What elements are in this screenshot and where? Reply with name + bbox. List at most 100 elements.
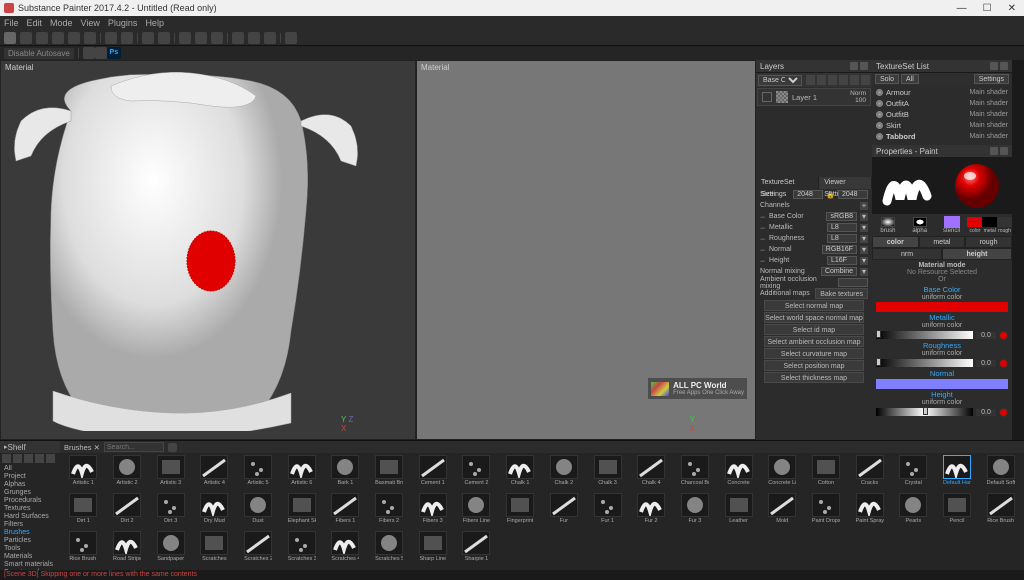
bake-textures-button[interactable]: Bake textures [815,288,868,299]
add-layer-icon[interactable] [828,75,837,85]
remove-channel-icon[interactable]: − [760,234,766,244]
channel-format-select[interactable]: L8 [827,223,857,232]
brush-preset[interactable]: Chalk 1 [499,455,542,492]
material-sphere-preview[interactable] [942,158,1012,214]
brush-preset[interactable]: Rice Brush L... [62,531,105,568]
layers-panel-header[interactable]: Layers [756,60,872,73]
brush-preset[interactable]: Cotton [805,455,848,492]
shelf-view-icon[interactable] [46,454,55,463]
maximize-button[interactable]: ☐ [979,3,996,14]
brush-preset[interactable]: Default Hard [936,455,979,492]
brush-preset[interactable]: Bark 1 [324,455,367,492]
render-icon[interactable] [264,32,276,44]
swatch-metal[interactable] [982,217,997,227]
map-select-button[interactable]: Select position map [764,360,864,371]
brush-preset[interactable]: Scratches [193,531,236,568]
brush-preset[interactable]: Fur 1 [586,493,629,530]
shelf-category[interactable]: Procedurals [0,497,60,505]
brush-preset[interactable]: Default Soft [979,455,1022,492]
map-select-button[interactable]: Select id map [764,324,864,335]
brush-thumbnail[interactable] [113,493,141,517]
tab-viewer-settings[interactable]: Viewer Settings [819,177,872,189]
channel-rough-toggle[interactable]: rough [965,236,1012,248]
shelf-category[interactable]: Materials [0,553,60,561]
brush-preset[interactable]: Fur 3 [674,493,717,530]
brush-thumbnail[interactable] [550,493,578,517]
brush-preset[interactable]: Paint Spray [848,493,891,530]
brush-thumbnail[interactable] [244,531,272,555]
textureset-item[interactable]: OutfitAMain shader [874,98,1010,109]
textureset-shader[interactable]: Main shader [969,111,1008,118]
brush-thumbnail[interactable] [244,493,272,517]
brush-preset[interactable]: Sharpie 1 [455,531,498,568]
brush-thumbnail[interactable] [987,493,1015,517]
brush-thumbnail[interactable] [943,455,971,479]
brush-thumbnail[interactable] [200,493,228,517]
undock-icon[interactable] [990,62,998,70]
brush-preset[interactable]: Cracks [848,455,891,492]
layer-name[interactable]: Layer 1 [792,93,846,102]
brush-preset[interactable]: Charcoal Br... [674,455,717,492]
shelf-category[interactable]: Hard Surfaces [0,513,60,521]
brush-preset[interactable]: Concrete Li... [761,455,804,492]
close-panel-icon[interactable] [860,62,868,70]
brush-thumbnail[interactable] [462,531,490,555]
height-slider[interactable]: 0.0 [872,406,1012,418]
brush-thumbnail[interactable] [375,493,403,517]
brush-preset[interactable]: Dirt 3 [149,493,192,530]
channel-format-select[interactable]: L8 [827,234,857,243]
smudge-tool-icon[interactable] [68,32,80,44]
shelf-category[interactable]: Tools [0,545,60,553]
textureset-shader[interactable]: Main shader [969,89,1008,96]
shelf-view-icon[interactable] [35,454,44,463]
shelf-category[interactable]: Brushes [0,529,60,537]
brush-preset[interactable]: Fur [543,493,586,530]
roughness-mode[interactable]: uniform color [872,350,1012,357]
menu-edit[interactable]: Edit [27,18,43,28]
channel-menu-icon[interactable]: ▾ [860,213,868,221]
brush-preset[interactable]: Chalk 2 [543,455,586,492]
shelf-category[interactable]: All [0,465,60,473]
close-panel-icon[interactable] [1000,147,1008,155]
shelf-category[interactable]: Grunges [0,489,60,497]
brush-preset[interactable]: Cement 1 [411,455,454,492]
height-mode[interactable]: uniform color [872,399,1012,406]
brush-thumbnail[interactable] [550,455,578,479]
projection-tool-icon[interactable] [36,32,48,44]
brush-preset[interactable]: Sharp Line [411,531,454,568]
brush-preset[interactable]: Pencil [936,493,979,530]
brush-preset[interactable]: Dirt 1 [62,493,105,530]
brush-thumbnail[interactable] [113,455,141,479]
properties-panel-header[interactable]: Properties - Paint [872,145,1012,158]
undo-icon[interactable] [83,47,95,59]
channel-format-select[interactable]: L16F [827,256,857,265]
menu-file[interactable]: File [4,18,19,28]
brush-preset[interactable]: Fur 2 [630,493,673,530]
brush-thumbnail[interactable] [69,531,97,555]
brush-preset[interactable]: Crystal [892,455,935,492]
normal-color-picker[interactable] [876,379,1008,389]
visibility-toggle-icon[interactable] [762,92,772,102]
brush-thumbnail[interactable] [725,455,753,479]
base-color-mode[interactable]: uniform color [872,294,1012,301]
brush-thumbnail[interactable] [157,493,185,517]
eraser-tool-icon[interactable] [20,32,32,44]
quickmask-icon[interactable] [121,32,133,44]
menu-mode[interactable]: Mode [50,18,73,28]
channel-nrm-toggle[interactable]: nrm [872,248,942,260]
map-select-button[interactable]: Select thickness map [764,372,864,383]
metallic-slider[interactable]: 0.0 [872,329,1012,341]
brush-thumbnail[interactable] [768,493,796,517]
all-button[interactable]: All [901,74,919,84]
brush-preset[interactable]: Fibers 2 [368,493,411,530]
channel-height-toggle[interactable]: height [942,248,1012,260]
add-effect-icon[interactable] [806,75,815,85]
visibility-icon[interactable] [876,122,883,129]
brush-preset[interactable]: Basmati Brush [368,455,411,492]
delete-layer-icon[interactable] [861,75,870,85]
brush-thumbnail[interactable] [419,493,447,517]
brush-thumbnail[interactable] [200,455,228,479]
textureset-item[interactable]: OutfitBMain shader [874,109,1010,120]
size-select-2[interactable]: 2048 [838,190,868,199]
brush-preset[interactable]: Dry Mud [193,493,236,530]
